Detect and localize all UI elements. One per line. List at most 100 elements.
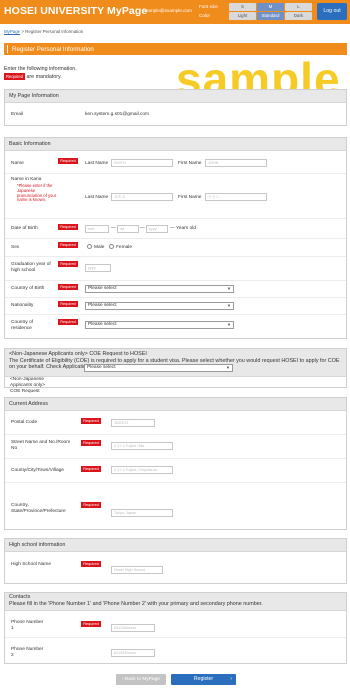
- required-badge: Required: [4, 73, 25, 80]
- country-of-residence-row: Country of residence Required Please sel…: [5, 315, 346, 339]
- dob-row: Date of Birth Required mm — dd — yyyy — …: [5, 219, 346, 239]
- phone1-input[interactable]: 0312345xxxx: [111, 624, 155, 632]
- required-badge: Required: [58, 301, 78, 307]
- country-of-birth-select[interactable]: Please select ▼: [85, 285, 234, 293]
- grad-year-label: Graduation year of high school: [11, 262, 51, 274]
- nationality-row: Nationality Required Please select ▼: [5, 298, 346, 315]
- required-badge: Required: [58, 224, 78, 230]
- dob-separator-1: —: [111, 226, 116, 231]
- breadcrumb-separator: >: [21, 29, 24, 34]
- contacts-heading-title: Contacts: [9, 594, 31, 600]
- register-button[interactable]: Register ›: [171, 674, 236, 685]
- male-radio[interactable]: [87, 244, 92, 249]
- sex-row: Sex Required Male Female: [5, 239, 346, 257]
- street-row: Street Name and No./Room No Required 2-1…: [5, 435, 346, 459]
- required-badge: Required: [81, 440, 101, 446]
- city-row: County/City/Town/Village Required 2-17-1…: [5, 459, 346, 483]
- phone2-label: Phone Number 2: [11, 647, 44, 659]
- sex-male-option[interactable]: Male: [87, 244, 104, 250]
- chevron-right-icon: ›: [230, 676, 232, 682]
- section-basic-info: Basic Information Name Required Last Nam…: [4, 137, 347, 339]
- intro-line-2: Required are mandatory.: [4, 73, 62, 80]
- phone1-label: Phone Number 1: [11, 620, 44, 632]
- breadcrumb-home-link[interactable]: MyPage: [4, 29, 20, 34]
- font-size-m-button[interactable]: M: [257, 3, 284, 11]
- state-row: Country, State/Province/Prefecture Requi…: [5, 483, 346, 530]
- select-value: Please select: [88, 286, 117, 291]
- kana-first-name-input[interactable]: ジョン: [205, 193, 267, 201]
- high-school-row: High School Name Required Hosei High Sch…: [5, 553, 346, 584]
- kana-last-name-input[interactable]: スミス: [111, 193, 173, 201]
- dob-year-input[interactable]: yyyy: [146, 225, 168, 233]
- chevron-down-icon: ▼: [226, 286, 231, 291]
- postal-code-input[interactable]: 1020071: [111, 419, 155, 427]
- country-of-residence-label: Country of residence: [11, 320, 34, 332]
- high-school-input[interactable]: Hosei High School: [111, 566, 163, 574]
- street-input[interactable]: 2-17-1 Fujimi Hills: [111, 442, 173, 450]
- coe-request-select[interactable]: Please select ▼: [84, 364, 233, 372]
- chevron-down-icon: ▼: [226, 303, 231, 308]
- dob-label: Date of Birth: [11, 226, 38, 231]
- font-size-l-button[interactable]: L: [285, 3, 312, 11]
- select-value: Please select: [88, 303, 117, 308]
- grad-year-input[interactable]: yyyy: [85, 264, 111, 272]
- first-name-input[interactable]: JOHN: [205, 159, 267, 167]
- kana-last-name-label: Last Name: [85, 195, 109, 200]
- select-value: Please select: [87, 365, 116, 370]
- breadcrumb-current: Register Personal Information: [25, 29, 84, 34]
- color-light-button[interactable]: Light: [229, 12, 256, 20]
- sex-female-option[interactable]: Female: [109, 244, 132, 250]
- state-input[interactable]: Tokyo, Japan: [111, 509, 173, 517]
- name-label: Name: [11, 161, 24, 166]
- dob-separator-2: —: [140, 226, 145, 231]
- required-badge: Required: [58, 261, 78, 267]
- section-heading: High school information: [5, 539, 346, 552]
- user-email: sample@example.com: [145, 8, 192, 13]
- section-high-school: High school information High School Name…: [4, 538, 347, 584]
- email-label: Email: [11, 112, 23, 117]
- nationality-select[interactable]: Please select ▼: [85, 302, 234, 310]
- select-value: Please select: [88, 322, 117, 327]
- chevron-down-icon: ▼: [225, 365, 230, 370]
- country-of-birth-row: Country of Birth Required Please select ▼: [5, 281, 346, 298]
- kana-note: *Please enter if the Japanese pronunciat…: [17, 183, 57, 203]
- coe-overlay: <Non-Japanese Applicants only> COE Reque…: [4, 348, 347, 394]
- grad-year-row: Graduation year of high school Required …: [5, 257, 346, 281]
- font-size-s-button[interactable]: S: [229, 3, 256, 11]
- sex-label: Sex: [11, 245, 20, 250]
- state-label: Country, State/Province/Prefecture: [11, 503, 66, 515]
- last-name-label: Last Name: [85, 161, 109, 166]
- app-title: HOSEI UNIVERSITY MyPage: [4, 5, 148, 17]
- color-label: Color: [199, 13, 210, 18]
- required-badge: Required: [81, 561, 101, 567]
- last-name-input[interactable]: SMITH: [111, 159, 173, 167]
- coe-label: <Non-Japanese Applicants only> COE Reque…: [10, 377, 46, 395]
- country-of-residence-select[interactable]: Please select ▼: [85, 321, 234, 329]
- logout-button[interactable]: Log out: [317, 3, 347, 20]
- chevron-down-icon: ▼: [226, 322, 231, 327]
- first-name-label: First Name: [178, 161, 202, 166]
- postal-code-label: Postal Code: [11, 420, 38, 425]
- color-dark-button[interactable]: Dark: [285, 12, 312, 20]
- app-header: HOSEI UNIVERSITY MyPage sample@example.c…: [0, 0, 350, 24]
- section-mypage-info: My Page Information Email ken.system.g.s…: [4, 89, 347, 126]
- city-input[interactable]: 2-17-1 Fujimi, Chiyoda-ku: [111, 466, 173, 474]
- required-badge: Required: [58, 319, 78, 325]
- email-value: ken.system.g.s01@gmail.com: [85, 112, 150, 117]
- required-badge: Required: [81, 418, 101, 424]
- register-label: Register: [193, 676, 214, 682]
- male-label: Male: [94, 244, 105, 250]
- phone2-input[interactable]: 8113330xxxx: [111, 649, 155, 657]
- dob-day-input[interactable]: dd: [117, 225, 139, 233]
- postal-code-row: Postal Code Required 1020071: [5, 412, 346, 435]
- name-row: Name Required Last Name SMITH First Name…: [5, 152, 346, 174]
- female-radio[interactable]: [109, 244, 114, 249]
- intro-line-2-text: are mandatory.: [25, 73, 62, 80]
- required-badge: Required: [58, 284, 78, 290]
- country-of-birth-label: Country of Birth: [11, 286, 45, 291]
- back-to-mypage-button[interactable]: ‹ Back to MyPage: [116, 674, 166, 685]
- city-label: County/City/Town/Village: [11, 468, 64, 473]
- breadcrumb: MyPage > Register Personal Information: [4, 29, 83, 34]
- dob-month-input[interactable]: mm: [85, 225, 109, 233]
- color-standard-button[interactable]: Standard: [257, 12, 284, 20]
